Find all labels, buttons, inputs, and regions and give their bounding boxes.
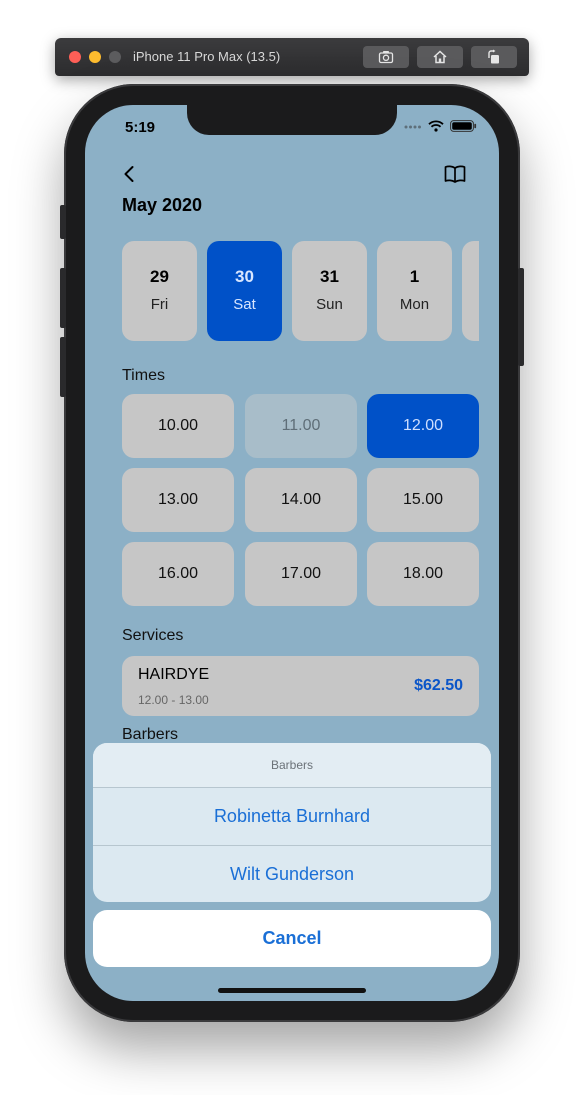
- date-weekday: Fri: [150, 296, 169, 313]
- date-number: 31: [320, 267, 339, 286]
- signal-icon: [404, 125, 421, 129]
- times-label: Times: [122, 367, 165, 384]
- home-indicator[interactable]: [218, 988, 366, 993]
- back-icon[interactable]: [119, 163, 141, 185]
- status-icons: [404, 120, 477, 132]
- time-slot[interactable]: 14.00: [245, 468, 357, 532]
- service-time: 12.00 - 13.00: [138, 693, 209, 707]
- service-name: HAIRDYE: [138, 666, 210, 683]
- time-slot[interactable]: 17.00: [245, 542, 357, 606]
- time-slot-disabled: 11.00: [245, 394, 357, 458]
- home-icon: [433, 50, 447, 64]
- date-weekday: Sat: [233, 296, 256, 313]
- date-number: 30: [235, 267, 254, 286]
- volume-down-button: [60, 337, 66, 397]
- date-strip[interactable]: 29 Fri 30 Sat 31 Sun 1 Mon: [122, 241, 479, 341]
- time-slot[interactable]: 15.00: [367, 468, 479, 532]
- time-slot[interactable]: 13.00: [122, 468, 234, 532]
- barbers-label: Barbers: [122, 726, 179, 743]
- date-number: 1: [409, 267, 420, 286]
- book-icon[interactable]: [443, 163, 467, 185]
- date-card-selected[interactable]: 30 Sat: [207, 241, 282, 341]
- minimize-window-button[interactable]: [89, 51, 101, 63]
- rotate-button[interactable]: [471, 46, 517, 68]
- date-card[interactable]: 31 Sun: [292, 241, 367, 341]
- date-card[interactable]: 1 Mon: [377, 241, 452, 341]
- status-time: 5:19: [125, 119, 156, 136]
- simulator-title: iPhone 11 Pro Max (13.5): [133, 49, 281, 64]
- app-screen: 5:19 May 2020 29 Fri 30 Sat 31 Sun 1 Mon…: [85, 105, 499, 1001]
- date-weekday: Sun: [316, 296, 343, 313]
- services-label: Services: [122, 627, 184, 644]
- action-sheet-option[interactable]: Wilt Gunderson: [93, 845, 491, 902]
- time-slot-selected[interactable]: 12.00: [367, 394, 479, 458]
- battery-icon: [450, 120, 477, 132]
- power-button: [518, 268, 524, 366]
- screenshot-icon: [378, 51, 394, 64]
- rotate-icon: [488, 49, 499, 64]
- screenshot-button[interactable]: [363, 46, 409, 68]
- time-slot[interactable]: 16.00: [122, 542, 234, 606]
- zoom-window-button[interactable]: [109, 51, 121, 63]
- home-button[interactable]: [417, 46, 463, 68]
- volume-up-button: [60, 268, 66, 328]
- date-card-partial[interactable]: [462, 241, 479, 341]
- date-card[interactable]: 29 Fri: [122, 241, 197, 341]
- cancel-button[interactable]: Cancel: [93, 910, 491, 967]
- date-number: 29: [150, 267, 169, 286]
- service-card[interactable]: HAIRDYE 12.00 - 13.00 $62.50: [122, 656, 479, 716]
- wifi-icon: [428, 120, 444, 132]
- month-title: May 2020: [122, 195, 203, 215]
- simulator-title-bar: iPhone 11 Pro Max (13.5): [55, 38, 529, 76]
- action-sheet-title: Barbers: [93, 743, 491, 788]
- time-slot[interactable]: 10.00: [122, 394, 234, 458]
- date-weekday: Mon: [399, 296, 430, 313]
- service-price: $62.50: [414, 677, 463, 694]
- action-sheet-option[interactable]: Robinetta Burnhard: [93, 788, 491, 845]
- mute-switch: [60, 205, 66, 239]
- action-sheet: Barbers Robinetta Burnhard Wilt Gunderso…: [93, 743, 491, 902]
- notch: [187, 105, 397, 135]
- time-slot[interactable]: 18.00: [367, 542, 479, 606]
- close-window-button[interactable]: [69, 51, 81, 63]
